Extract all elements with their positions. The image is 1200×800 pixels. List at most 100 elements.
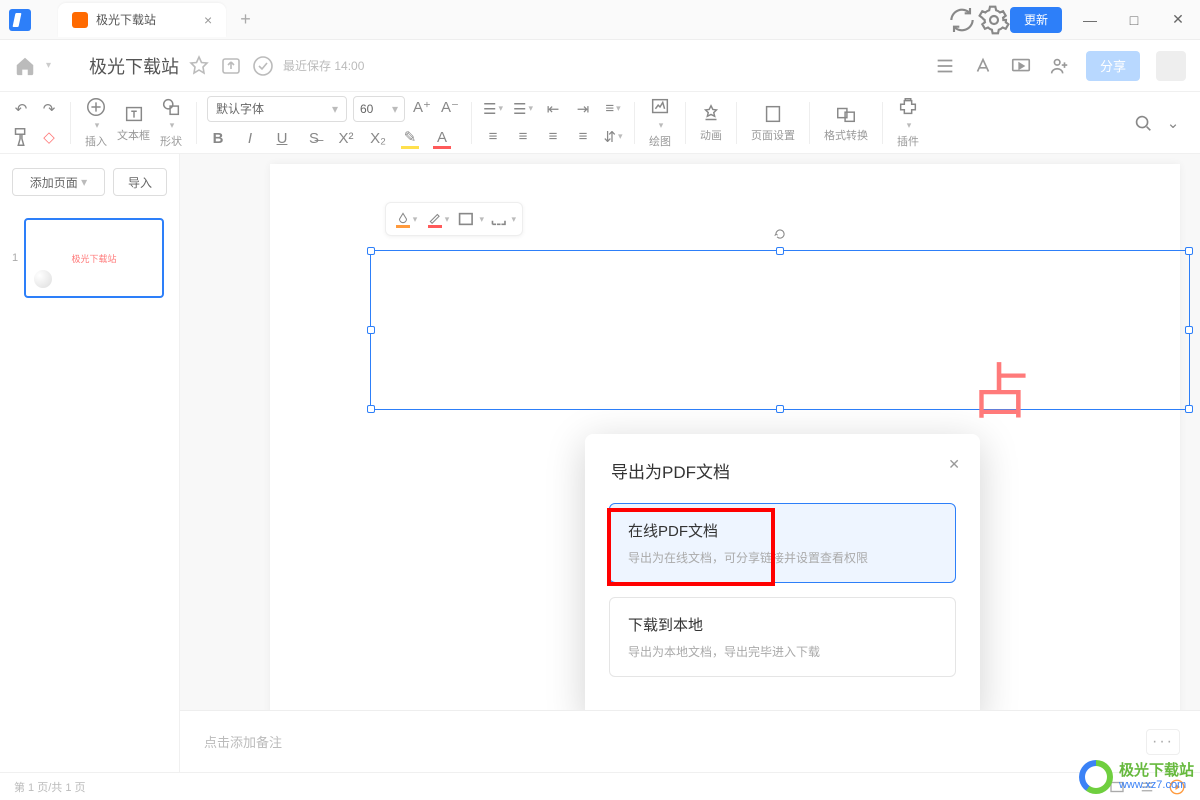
present-icon[interactable] [1010, 55, 1032, 77]
plugin-label: 插件 [897, 133, 919, 149]
home-caret-icon[interactable]: ▾ [46, 60, 51, 71]
window-maximize-icon[interactable]: □ [1112, 0, 1156, 40]
page-setup-label: 页面设置 [751, 127, 795, 143]
italic-icon[interactable]: I [239, 128, 261, 150]
text-style-icon[interactable] [972, 55, 994, 77]
align-left-icon[interactable]: ≡ [482, 126, 504, 148]
main-toolbar: ↶↷ ◇ ▾插入 文本框 ▾形状 默认字体▾ 60▾ A⁺ A⁻ B I U S… [0, 92, 1200, 154]
underline-icon[interactable]: U [271, 128, 293, 150]
page-setup-icon[interactable] [762, 103, 784, 125]
document-title[interactable]: 极光下载站 [89, 53, 179, 79]
tab-add-icon[interactable]: + [240, 9, 251, 30]
update-button[interactable]: 更新 [1010, 7, 1062, 33]
option-online-pdf[interactable]: 在线PDF文档 导出为在线文档，可分享链接并设置查看权限 [609, 503, 956, 583]
number-list-icon[interactable]: ☰▾ [512, 98, 534, 120]
rotate-handle-icon[interactable] [773, 227, 787, 241]
outdent-icon[interactable]: ⇤ [542, 98, 564, 120]
align-right-icon[interactable]: ≡ [542, 126, 564, 148]
plugin-icon[interactable] [897, 96, 919, 118]
line-spacing-icon[interactable]: ≡▾ [602, 98, 624, 120]
outline-icon[interactable] [934, 55, 956, 77]
slide-thumbnail[interactable]: 1 极光下载站 [24, 218, 164, 298]
subscript-icon[interactable]: X₂ [367, 128, 389, 150]
format-convert-label: 格式转换 [824, 127, 868, 143]
search-icon[interactable] [1132, 112, 1154, 134]
settings-icon[interactable] [978, 4, 1010, 36]
window-minimize-icon[interactable]: — [1068, 0, 1112, 40]
vertical-align-icon[interactable]: ⇵▾ [602, 126, 624, 148]
option-download-title: 下载到本地 [628, 614, 937, 635]
draw-icon[interactable] [649, 96, 671, 118]
tab-close-icon[interactable]: × [204, 12, 212, 28]
last-save-text: 最近保存 14:00 [283, 57, 364, 74]
shape-icon[interactable] [160, 96, 182, 118]
textbox-label: 文本框 [117, 127, 150, 143]
option-download-local[interactable]: 下载到本地 导出为本地文档，导出完毕进入下载 [609, 597, 956, 677]
slide-panel: 添加页面 ▾ 导入 1 极光下载站 [0, 154, 180, 772]
document-header: ▾ 极光下载站 最近保存 14:00 分享 [0, 40, 1200, 92]
export-pdf-dialog: 导出为PDF文档 ✕ 在线PDF文档 导出为在线文档，可分享链接并设置查看权限 … [585, 434, 980, 719]
strikethrough-icon[interactable]: S̶ [303, 128, 325, 150]
format-convert-icon[interactable] [835, 103, 857, 125]
window-controls: 更新 — □ ✕ [946, 0, 1200, 40]
floating-format-toolbar: ▾ ▾ ▾ ▾ [385, 202, 523, 236]
superscript-icon[interactable]: X² [335, 128, 357, 150]
slide-thumb-text: 极光下载站 [71, 252, 116, 265]
fill-color-icon[interactable]: ▾ [392, 207, 420, 231]
add-collaborator-icon[interactable] [1048, 55, 1070, 77]
undo-icon[interactable]: ↶ [10, 98, 32, 120]
add-page-button[interactable]: 添加页面 ▾ [12, 168, 105, 196]
animation-label: 动画 [700, 127, 722, 143]
dialog-close-icon[interactable]: ✕ [948, 456, 960, 473]
align-justify-icon[interactable]: ≡ [572, 126, 594, 148]
sync-icon[interactable] [946, 4, 978, 36]
canvas-area[interactable]: ▾ ▾ ▾ ▾ 占 导出为PDF文档 ✕ 在线PDF文档 导出为在线文档，可分享… [180, 154, 1200, 772]
shape-label: 形状 [160, 133, 182, 149]
indent-icon[interactable]: ⇥ [572, 98, 594, 120]
font-decrease-icon[interactable]: A⁻ [439, 96, 461, 118]
selection-box[interactable] [370, 250, 1190, 410]
option-online-pdf-title: 在线PDF文档 [628, 520, 937, 541]
watermark-logo-icon [1079, 760, 1113, 794]
slide-number: 1 [12, 252, 18, 264]
insert-icon[interactable] [85, 96, 107, 118]
highlight-color-icon[interactable]: ✎ [399, 128, 421, 150]
redo-icon[interactable]: ↷ [38, 98, 60, 120]
bullet-list-icon[interactable]: ☰▾ [482, 98, 504, 120]
collapse-toolbar-icon[interactable]: ⌄ [1162, 112, 1184, 134]
export-icon[interactable] [219, 54, 243, 78]
titlebar: 极光下载站 × + 更新 — □ ✕ [0, 0, 1200, 40]
thumb-decoration-icon [34, 270, 52, 288]
font-size-select[interactable]: 60▾ [353, 96, 405, 122]
border-color-icon[interactable]: ▾ [424, 207, 452, 231]
border-style-icon[interactable]: ▾ [456, 207, 484, 231]
dialog-title: 导出为PDF文档 [585, 458, 980, 503]
notes-more-button[interactable]: ··· [1146, 729, 1180, 755]
arrange-icon[interactable]: ▾ [488, 207, 516, 231]
save-status-icon [251, 54, 275, 78]
textbox-icon[interactable] [123, 103, 145, 125]
watermark-url: www.xz7.com [1119, 779, 1194, 791]
page-indicator: 第 1 页/共 1 页 [14, 779, 86, 795]
format-painter-icon[interactable] [10, 126, 32, 148]
clear-format-icon[interactable]: ◇ [38, 126, 60, 148]
app-logo [0, 0, 40, 40]
draw-label: 绘图 [649, 133, 671, 149]
favorite-star-icon[interactable] [187, 54, 211, 78]
font-family-select[interactable]: 默认字体▾ [207, 96, 347, 122]
option-download-desc: 导出为本地文档，导出完毕进入下载 [628, 643, 937, 660]
notes-panel[interactable]: 点击添加备注 ··· [180, 710, 1200, 772]
animation-icon[interactable] [700, 103, 722, 125]
window-close-icon[interactable]: ✕ [1156, 0, 1200, 40]
share-button[interactable]: 分享 [1086, 51, 1140, 81]
align-center-icon[interactable]: ≡ [512, 126, 534, 148]
home-icon[interactable] [14, 55, 36, 77]
watermark: 极光下载站 www.xz7.com [1079, 760, 1194, 794]
user-avatar[interactable] [1156, 51, 1186, 81]
font-color-icon[interactable]: A [431, 128, 453, 150]
document-tab[interactable]: 极光下载站 × [58, 3, 226, 37]
bold-icon[interactable]: B [207, 128, 229, 150]
import-button[interactable]: 导入 [113, 168, 167, 196]
font-increase-icon[interactable]: A⁺ [411, 96, 433, 118]
tab-title: 极光下载站 [96, 11, 156, 28]
